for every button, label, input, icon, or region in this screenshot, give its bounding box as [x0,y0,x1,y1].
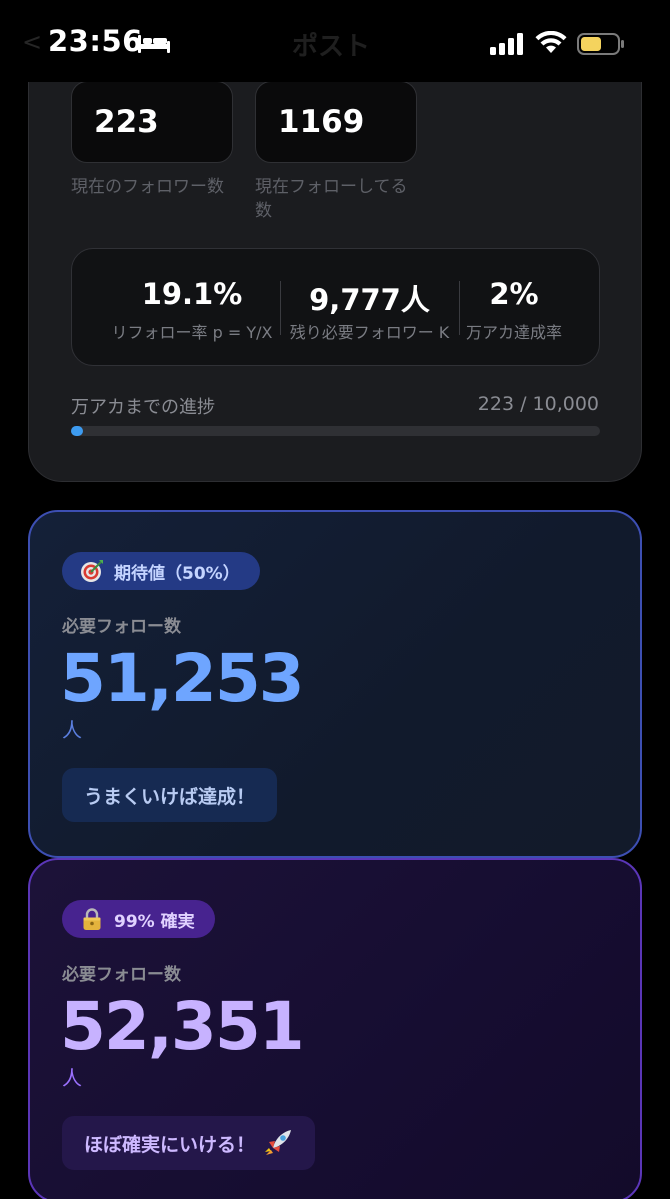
following-count-box: 1169 [255,81,417,163]
screen-title: ポスト [292,32,371,62]
certain-badge: 99% 確実 [62,900,215,938]
metrics-box: 19.1% リフォロー率 p = Y/X 9,777人 残り必要フォロワー K … [71,248,600,366]
followers-count-box: 223 [71,81,233,163]
followers-caption: 現在のフォロワー数 [71,177,224,197]
bed-icon [138,35,170,53]
status-bar: < 23:56 ポスト [0,0,670,82]
refollow-rate-label: リフォロー率 p = Y/X [111,323,273,342]
wifi-icon [535,31,567,53]
remaining-followers-value: 9,777人 [309,283,430,317]
certain-note: ほぼ確実にいける！ [62,1116,316,1170]
expected-value-card: 期待値（50%） 必要フォロー数 51,253 人 うまくいけば達成！ [28,510,642,858]
required-follows-label: 必要フォロー数 [62,617,181,637]
status-time: 23:56 [48,24,143,58]
following-caption: 現在フォローしてる 数 [255,177,408,221]
target-icon [81,560,103,582]
cellular-signal-icon [490,33,523,55]
refollow-rate-metric: 19.1% リフォロー率 p = Y/X [92,249,292,367]
account-stats-card: 223 現在のフォロワー数 1169 現在フォローしてる 数 19.1% リフォ… [28,40,642,482]
required-follows-value: 51,253 [60,640,305,717]
required-follows-value: 52,351 [60,988,305,1065]
progress-bar [71,426,600,436]
back-chevron-icon[interactable]: < [22,28,42,56]
required-follows-label: 必要フォロー数 [62,965,181,985]
following-count: 1169 [278,104,365,140]
certain-card: 99% 確実 必要フォロー数 52,351 人 ほぼ確実にいける！ [28,858,642,1199]
required-follows-unit: 人 [62,718,82,742]
remaining-followers-label: 残り必要フォロワー K [289,323,450,342]
expected-value-note: うまくいけば達成！ [62,768,278,822]
progress-label: 万アカまでの進捗 [71,397,215,418]
certain-badge-text: 99% 確実 [114,911,195,932]
progress-bar-fill [71,426,83,436]
expected-value-badge: 期待値（50%） [62,552,260,590]
battery-icon [577,33,624,55]
rocket-icon [265,1130,292,1155]
followers-count: 223 [94,104,159,140]
achievement-rate-label: 万アカ達成率 [465,323,562,342]
required-follows-unit: 人 [62,1066,82,1090]
refollow-rate-value: 19.1% [141,277,243,311]
lock-icon [83,908,101,930]
remaining-followers-metric: 9,777人 残り必要フォロワー K [280,249,459,367]
achievement-rate-metric: 2% 万アカ達成率 [459,249,569,367]
achievement-rate-value: 2% [489,277,539,311]
progress-count: 223 / 10,000 [477,393,599,415]
expected-value-badge-text: 期待値（50%） [114,563,240,584]
